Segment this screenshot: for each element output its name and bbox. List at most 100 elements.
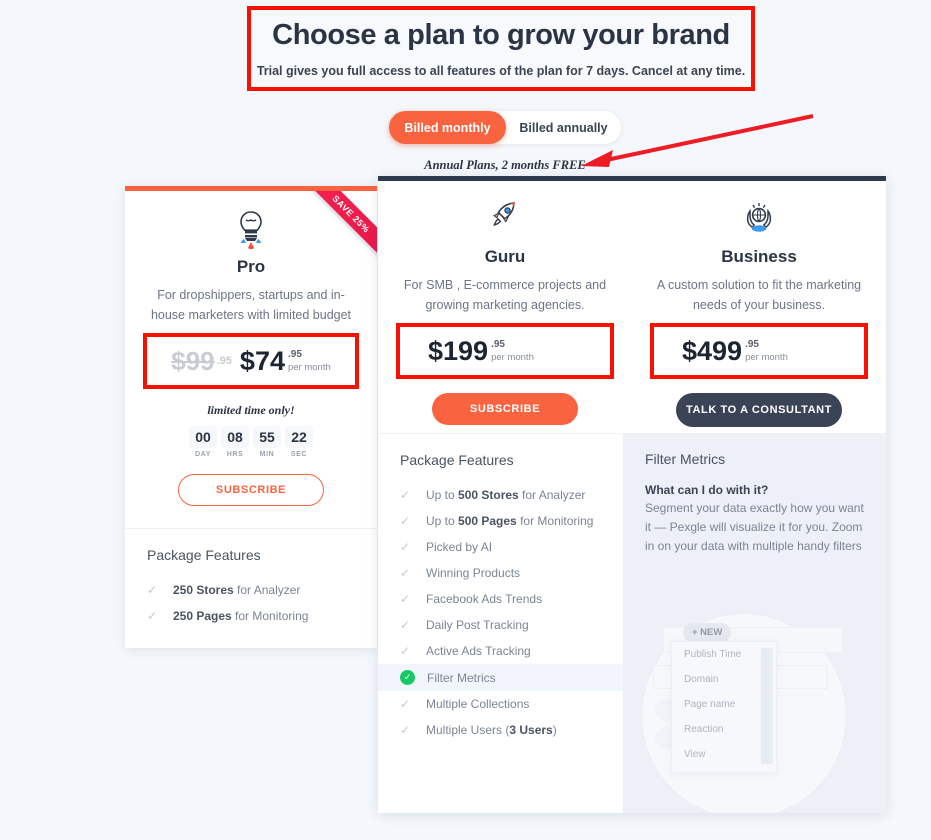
countdown-sec: 22 SEC: [285, 426, 313, 458]
feature-row: ✓ Filter Metrics: [378, 664, 623, 691]
countdown-day: 00 DAY: [189, 426, 217, 458]
feature-label: Multiple Collections: [426, 697, 530, 711]
feature-row: ✓ 250 Pages for Monitoring: [125, 603, 377, 629]
limited-time-note: limited time only!: [207, 403, 295, 417]
feature-row: ✓ Active Ads Tracking: [378, 638, 623, 664]
countdown-day-label: DAY: [195, 451, 211, 458]
check-icon: ✓: [400, 540, 411, 554]
feature-row: ✓ Up to 500 Stores for Analyzer: [378, 482, 623, 508]
feature-rest: for Monitoring: [231, 609, 309, 623]
features-title-guru: Package Features: [400, 452, 514, 468]
plan-description-guru: For SMB , E-commerce projects and growin…: [403, 278, 607, 312]
plan-card-guru: Guru For SMB , E-commerce projects and g…: [378, 181, 632, 433]
guru-feature-rows: ✓ Up to 500 Stores for Analyzer ✓ Up to 500…: [378, 482, 623, 743]
features-title-pro: Package Features: [147, 547, 261, 563]
check-icon-active: ✓: [400, 670, 415, 685]
price-old-pro: $99: [171, 345, 215, 376]
subscribe-button-pro[interactable]: SUBSCRIBE: [178, 474, 324, 506]
price-current-business: $499: [682, 335, 743, 366]
toggle-billed-monthly[interactable]: Billed monthly: [389, 111, 506, 144]
plan-name-business: Business: [721, 247, 797, 266]
price-period-guru: per month: [491, 352, 534, 363]
plan-card-business: Business A custom solution to fit the ma…: [632, 181, 886, 433]
price-period-business: per month: [745, 352, 788, 363]
plan-description-pro: For dropshippers, startups and in-house …: [150, 288, 352, 322]
plans-panel-guru-business: Guru For SMB , E-commerce projects and g…: [378, 176, 886, 813]
talk-to-consultant-button[interactable]: TALK TO A CONSULTANT: [676, 393, 842, 427]
check-icon: ✓: [147, 609, 158, 623]
hands-globe-icon: [632, 199, 886, 241]
feature-label: Daily Post Tracking: [426, 618, 529, 632]
price-annotation-box-pro: $99 .95 $74 .95 per month: [143, 333, 359, 389]
feature-label: Winning Products: [426, 566, 521, 580]
countdown-sec-label: SEC: [290, 451, 308, 458]
feature-label: Picked by AI: [426, 540, 493, 554]
price-annotation-box-business: $499 .95 per month: [650, 323, 868, 379]
countdown-hrs-value: 08: [221, 426, 249, 448]
check-icon: ✓: [400, 618, 411, 632]
countdown-min-label: MIN: [259, 451, 275, 458]
billing-toggle[interactable]: Billed monthly Billed annually: [388, 110, 622, 145]
check-icon: ✓: [147, 583, 158, 597]
feature-row: ✓ Multiple Users (3 Users): [378, 717, 623, 743]
feature-label: Up to 500 Stores for Analyzer: [426, 488, 586, 502]
price-current-guru: $199: [428, 335, 489, 366]
countdown-sec-value: 22: [285, 426, 313, 448]
countdown-hrs: 08 HRS: [221, 426, 249, 458]
countdown-timer: 00 DAY 08 HRS 55 MIN 22 SEC: [125, 426, 377, 458]
countdown-hrs-label: HRS: [226, 451, 244, 458]
info-panel-body: Segment your data exactly how you want i…: [645, 501, 864, 553]
check-icon: ✓: [400, 697, 411, 711]
plan-card-pro: SAVE 25% Pro For dropshippers, startups …: [125, 186, 377, 648]
filter-dropdown-menu: Publish Time Domain Page name Reaction V…: [671, 641, 777, 773]
feature-bold: 250 Pages: [173, 609, 232, 623]
price-current-pro: $74: [239, 345, 285, 376]
check-icon: ✓: [400, 514, 411, 528]
feature-label: Up to 500 Pages for Monitoring: [426, 514, 594, 528]
feature-row: ✓ Facebook Ads Trends: [378, 586, 623, 612]
plan-description-business: A custom solution to fit the marketing n…: [656, 278, 862, 312]
feature-info-panel: Filter Metrics What can I do with it? Se…: [623, 433, 886, 813]
feature-row: ✓ 250 Stores for Analyzer: [125, 577, 377, 603]
dropdown-scrollbar[interactable]: [761, 648, 773, 764]
feature-bold: 250 Stores: [173, 583, 234, 597]
price-cents-pro: .95: [287, 349, 302, 360]
feature-label: Filter Metrics: [427, 670, 496, 685]
price-cents-business: .95: [745, 339, 759, 350]
feature-row: ✓ Picked by AI: [378, 534, 623, 560]
filter-metrics-illustration: + NEW Publish Time Domain Page name Reac…: [641, 613, 867, 813]
info-panel-question: What can I do with it?: [645, 483, 769, 497]
price-cents-guru: .95: [491, 339, 505, 350]
price-period-pro: per month: [287, 362, 331, 373]
new-filter-pill: + NEW: [683, 623, 732, 642]
check-icon: ✓: [400, 723, 411, 737]
rocket-icon: [378, 199, 632, 241]
page-title: Choose a plan to grow your brand: [272, 19, 730, 51]
header-annotation-box: Choose a plan to grow your brand Trial g…: [247, 6, 755, 91]
feature-label: Active Ads Tracking: [426, 644, 531, 658]
feature-row: ✓ Winning Products: [378, 560, 623, 586]
annual-plans-note: Annual Plans, 2 months FREE: [424, 158, 586, 172]
features-list-pro: ✓ 250 Stores for Analyzer ✓ 250 Pages fo…: [125, 577, 377, 629]
features-list-guru: Package Features ✓ Up to 500 Stores for A…: [378, 433, 623, 813]
feature-rest: for Analyzer: [233, 583, 301, 597]
info-panel-title: Filter Metrics: [645, 451, 726, 467]
check-icon: ✓: [400, 592, 411, 606]
page-subtitle: Trial gives you full access to all featu…: [256, 64, 746, 78]
feature-label: Facebook Ads Trends: [426, 592, 543, 606]
feature-row: ✓ Up to 500 Pages for Monitoring: [378, 508, 623, 534]
toggle-billed-annually[interactable]: Billed annually: [506, 111, 621, 144]
check-icon: ✓: [400, 566, 411, 580]
plan-name-guru: Guru: [484, 247, 526, 266]
countdown-day-value: 00: [189, 426, 217, 448]
feature-row: ✓ Daily Post Tracking: [378, 612, 623, 638]
countdown-min: 55 MIN: [253, 426, 281, 458]
check-icon: ✓: [400, 644, 411, 658]
check-icon: ✓: [400, 488, 411, 502]
price-old-cents-pro: .95: [216, 355, 232, 367]
pro-card-divider: [125, 528, 377, 529]
price-annotation-box-guru: $199 .95 per month: [396, 323, 614, 379]
subscribe-button-guru[interactable]: SUBSCRIBE: [432, 393, 578, 425]
feature-label: Multiple Users (3 Users): [426, 723, 557, 737]
feature-row: ✓ Multiple Collections: [378, 691, 623, 717]
